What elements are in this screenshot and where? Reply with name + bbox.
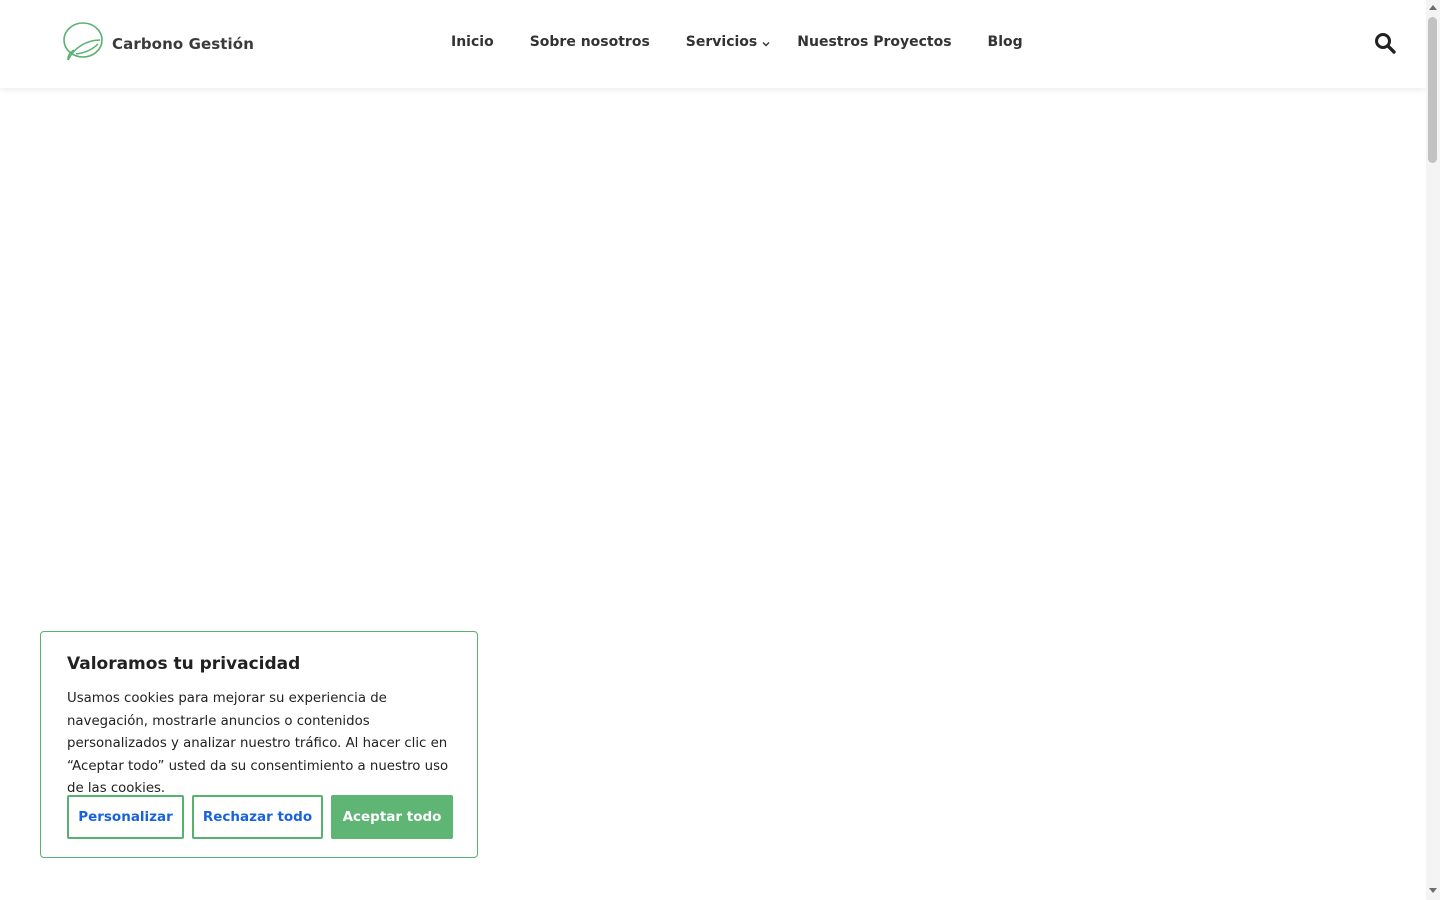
logo-link[interactable]: Carbono Gestión	[62, 20, 254, 64]
leaf-logo-icon	[63, 22, 103, 61]
scrollbar-thumb[interactable]	[1428, 17, 1437, 163]
cookie-banner-title: Valoramos tu privacidad	[67, 654, 301, 674]
customize-button[interactable]: Personalizar	[67, 795, 184, 839]
nav-item-inicio[interactable]: Inicio	[451, 34, 494, 50]
nav-item-blog[interactable]: Blog	[988, 34, 1023, 50]
cookie-banner-text: Usamos cookies para mejorar su experienc…	[67, 691, 449, 797]
cookie-consent-banner: Valoramos tu privacidad Usamos cookies p…	[40, 631, 478, 858]
nav-item-sobre-nosotros[interactable]: Sobre nosotros	[530, 34, 650, 50]
scroll-down-arrow-icon[interactable]	[1429, 888, 1437, 893]
main-nav: Inicio Sobre nosotros Servicios Nuestros…	[451, 34, 1059, 50]
reject-all-button[interactable]: Rechazar todo	[192, 795, 323, 839]
site-header: Carbono Gestión Inicio Sobre nosotros Se…	[0, 0, 1426, 88]
nav-item-nuestros-proyectos[interactable]: Nuestros Proyectos	[797, 34, 951, 50]
search-icon[interactable]	[1373, 31, 1397, 55]
vertical-scrollbar[interactable]	[1426, 0, 1440, 900]
scroll-up-arrow-icon[interactable]	[1429, 5, 1437, 10]
brand-name: Carbono Gestión	[112, 35, 254, 53]
page: Carbono Gestión Inicio Sobre nosotros Se…	[0, 0, 1440, 900]
nav-item-servicios-label: Servicios	[685, 34, 758, 50]
accept-all-button[interactable]: Aceptar todo	[331, 795, 453, 839]
chevron-down-icon	[762, 41, 770, 46]
nav-item-servicios[interactable]: Servicios	[686, 34, 771, 50]
